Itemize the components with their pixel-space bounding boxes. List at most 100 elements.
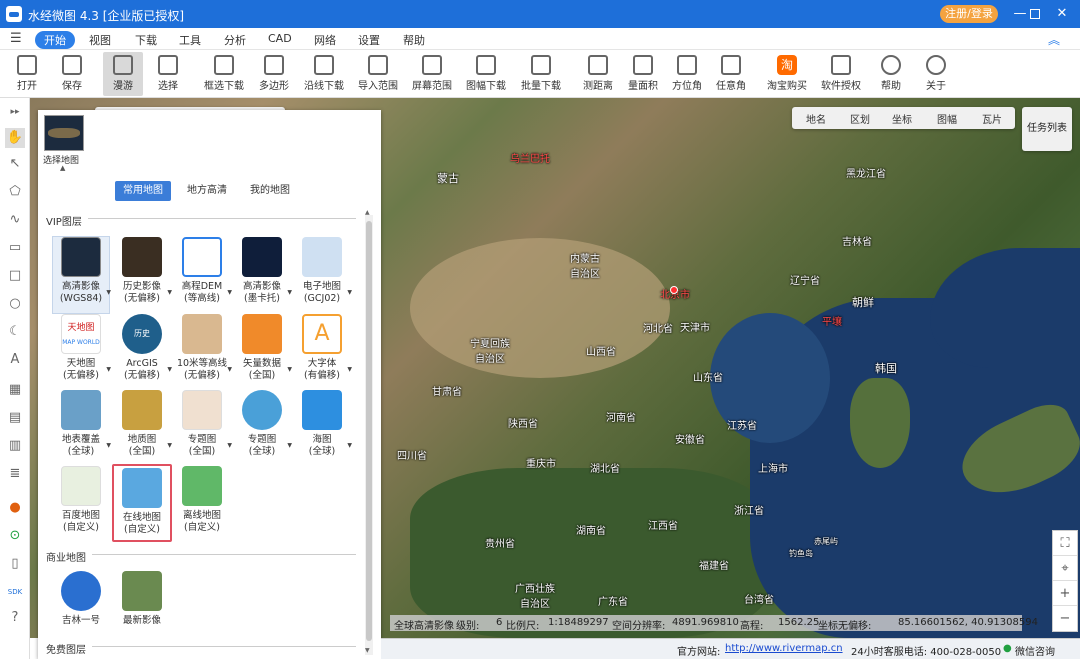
dropdown-arrow-icon[interactable]: ▼ [287,289,292,296]
map-item-geology[interactable]: 地质图 (全国) ▼ [114,390,172,466]
wechat-consult[interactable]: 微信咨询 [1015,643,1055,658]
sdk-icon[interactable]: SDK [5,582,25,602]
locate-icon[interactable]: ⌖ [1053,556,1077,581]
open-button[interactable]: 打开 [10,52,44,96]
about-button[interactable]: 关于 [920,52,952,96]
map-item-10m-contour[interactable]: 10米等高线 (无偏移) ▼ [174,314,232,390]
select-button[interactable]: 选择 [151,52,185,96]
select-map-arrow-icon[interactable]: ▲ [60,164,65,172]
map-item-online-custom[interactable]: 在线地图 (自定义) [112,464,172,542]
scroll-down-icon[interactable]: ▼ [365,647,370,654]
any-angle-button[interactable]: 任意角 [713,52,749,96]
close-button[interactable]: ✕ [1052,4,1072,24]
website-link[interactable]: http://www.rivermap.cn [725,643,843,654]
menu-download[interactable]: 下载 [135,32,157,48]
map-item-arcgis[interactable]: 历史 ArcGIS (无偏移) ▼ [114,314,172,390]
dropdown-arrow-icon[interactable]: ▼ [106,289,111,296]
menu-network[interactable]: 网络 [314,32,336,48]
overlay-tab-sheet[interactable]: 图幅 [937,111,957,126]
help-button[interactable]: 帮助 [875,52,907,96]
expand-icon[interactable]: ▸▸ [5,102,25,122]
hamburger-icon[interactable]: ☰ [10,31,22,46]
grid-icon[interactable]: ▦ [5,380,25,400]
map-item-vector-data[interactable]: 矢量数据 (全国) ▼ [234,314,292,390]
question-icon[interactable]: ? [5,608,25,628]
sheet-download-button[interactable]: 图幅下载 [464,52,508,96]
dropdown-arrow-icon[interactable]: ▼ [227,442,232,449]
box-download-button[interactable]: 框选下载 [200,52,248,96]
collapse-ribbon-icon[interactable]: ︽ [1048,31,1060,48]
map-item-land-cover[interactable]: 地表覆盖 (全球) ▼ [53,390,111,466]
overlay-tab-coordinate[interactable]: 坐标 [892,111,912,126]
map-item-tianditu[interactable]: 天地图 MAP WORLD 天地图 (无偏移) ▼ [53,314,111,390]
scroll-thumb[interactable] [366,221,372,641]
map-item-hd-wgs84[interactable]: 高清影像 (WGS84) ▼ [52,236,111,314]
dropdown-arrow-icon[interactable]: ▼ [287,442,292,449]
dropdown-arrow-icon[interactable]: ▼ [167,366,172,373]
task-list-button[interactable]: 任务列表 [1022,107,1072,151]
dropdown-arrow-icon[interactable]: ▼ [167,289,172,296]
cursor-icon[interactable]: ↖ [5,154,25,174]
polyline-icon[interactable]: ∿ [5,210,25,230]
license-button[interactable]: 软件授权 [818,52,864,96]
menu-tools[interactable]: 工具 [179,32,201,48]
map-item-nautical[interactable]: 海图 (全球) ▼ [294,390,352,466]
dropdown-arrow-icon[interactable]: ▼ [347,442,352,449]
map-item-hd-mercator[interactable]: 高清影像 (墨卡托) ▼ [234,237,292,313]
map-item-jilin1[interactable]: 吉林一号 [53,571,109,633]
dropdown-arrow-icon[interactable]: ▼ [227,366,232,373]
stack-icon[interactable]: ≣ [5,464,25,484]
text-icon[interactable]: A [5,350,25,370]
overlay-tab-tile[interactable]: 瓦片 [982,111,1002,126]
polygon-button[interactable]: 多边形 [256,52,292,96]
dropdown-arrow-icon[interactable]: ▼ [227,289,232,296]
menu-help[interactable]: 帮助 [403,32,425,48]
link-icon[interactable]: ⊙ [5,526,25,546]
phone-icon[interactable]: ▯ [5,554,25,574]
tab-local-hd[interactable]: 地方高清 [179,181,235,201]
azimuth-button[interactable]: 方位角 [669,52,705,96]
scroll-up-icon[interactable]: ▲ [365,209,370,216]
taobao-buy-button[interactable]: 淘淘宝购买 [765,52,809,96]
chart-icon[interactable]: ▥ [5,436,25,456]
panel-scrollbar[interactable]: ▲ ▼ [365,209,373,655]
menu-cad[interactable]: CAD [268,32,292,45]
measure-area-button[interactable]: 量面积 [625,52,661,96]
tab-common-maps[interactable]: 常用地图 [115,181,171,201]
dropdown-arrow-icon[interactable]: ▼ [287,366,292,373]
map-item-electronic-gcj02[interactable]: 电子地图 (GCJ02) ▼ [294,237,352,313]
save-button[interactable]: 保存 [55,52,89,96]
map-item-thematic-global[interactable]: 专题图 (全球) ▼ [234,390,292,466]
pan-button[interactable]: 漫游 [103,52,143,96]
globe-icon[interactable]: ● [5,498,25,518]
square-icon[interactable]: □ [5,266,25,286]
map-item-baidu[interactable]: 百度地图 (自定义) [53,466,109,542]
hand-icon[interactable]: ✋ [5,128,25,148]
layer-icon[interactable]: ▤ [5,408,25,428]
moon-icon[interactable]: ☾ [5,322,25,342]
menu-settings[interactable]: 设置 [358,32,380,48]
map-item-large-font[interactable]: A 大字体 (有偏移) ▼ [294,314,352,390]
menu-view[interactable]: 视图 [89,32,111,48]
polygon-icon[interactable]: ⬠ [5,182,25,202]
rectangle-icon[interactable]: ▭ [5,238,25,258]
menu-analysis[interactable]: 分析 [224,32,246,48]
dropdown-arrow-icon[interactable]: ▼ [106,442,111,449]
map-item-thematic-china[interactable]: 专题图 (全国) ▼ [174,390,232,466]
screen-range-button[interactable]: 屏幕范围 [410,52,454,96]
zoom-out-button[interactable]: − [1053,606,1077,631]
menu-start[interactable]: 开始 [35,31,75,49]
dropdown-arrow-icon[interactable]: ▼ [106,366,111,373]
import-range-button[interactable]: 导入范围 [356,52,400,96]
map-item-offline-custom[interactable]: 离线地图 (自定义) [174,466,230,542]
dropdown-arrow-icon[interactable]: ▼ [347,366,352,373]
maximize-button[interactable] [1030,9,1040,19]
batch-download-button[interactable]: 批量下载 [519,52,563,96]
overlay-tab-placename[interactable]: 地名 [806,111,826,126]
dropdown-arrow-icon[interactable]: ▼ [167,442,172,449]
measure-distance-button[interactable]: 测距离 [580,52,616,96]
zoom-in-button[interactable]: + [1053,581,1077,606]
minimize-button[interactable]: — [1010,4,1030,24]
line-download-button[interactable]: 沿线下载 [302,52,346,96]
dropdown-arrow-icon[interactable]: ▼ [347,289,352,296]
